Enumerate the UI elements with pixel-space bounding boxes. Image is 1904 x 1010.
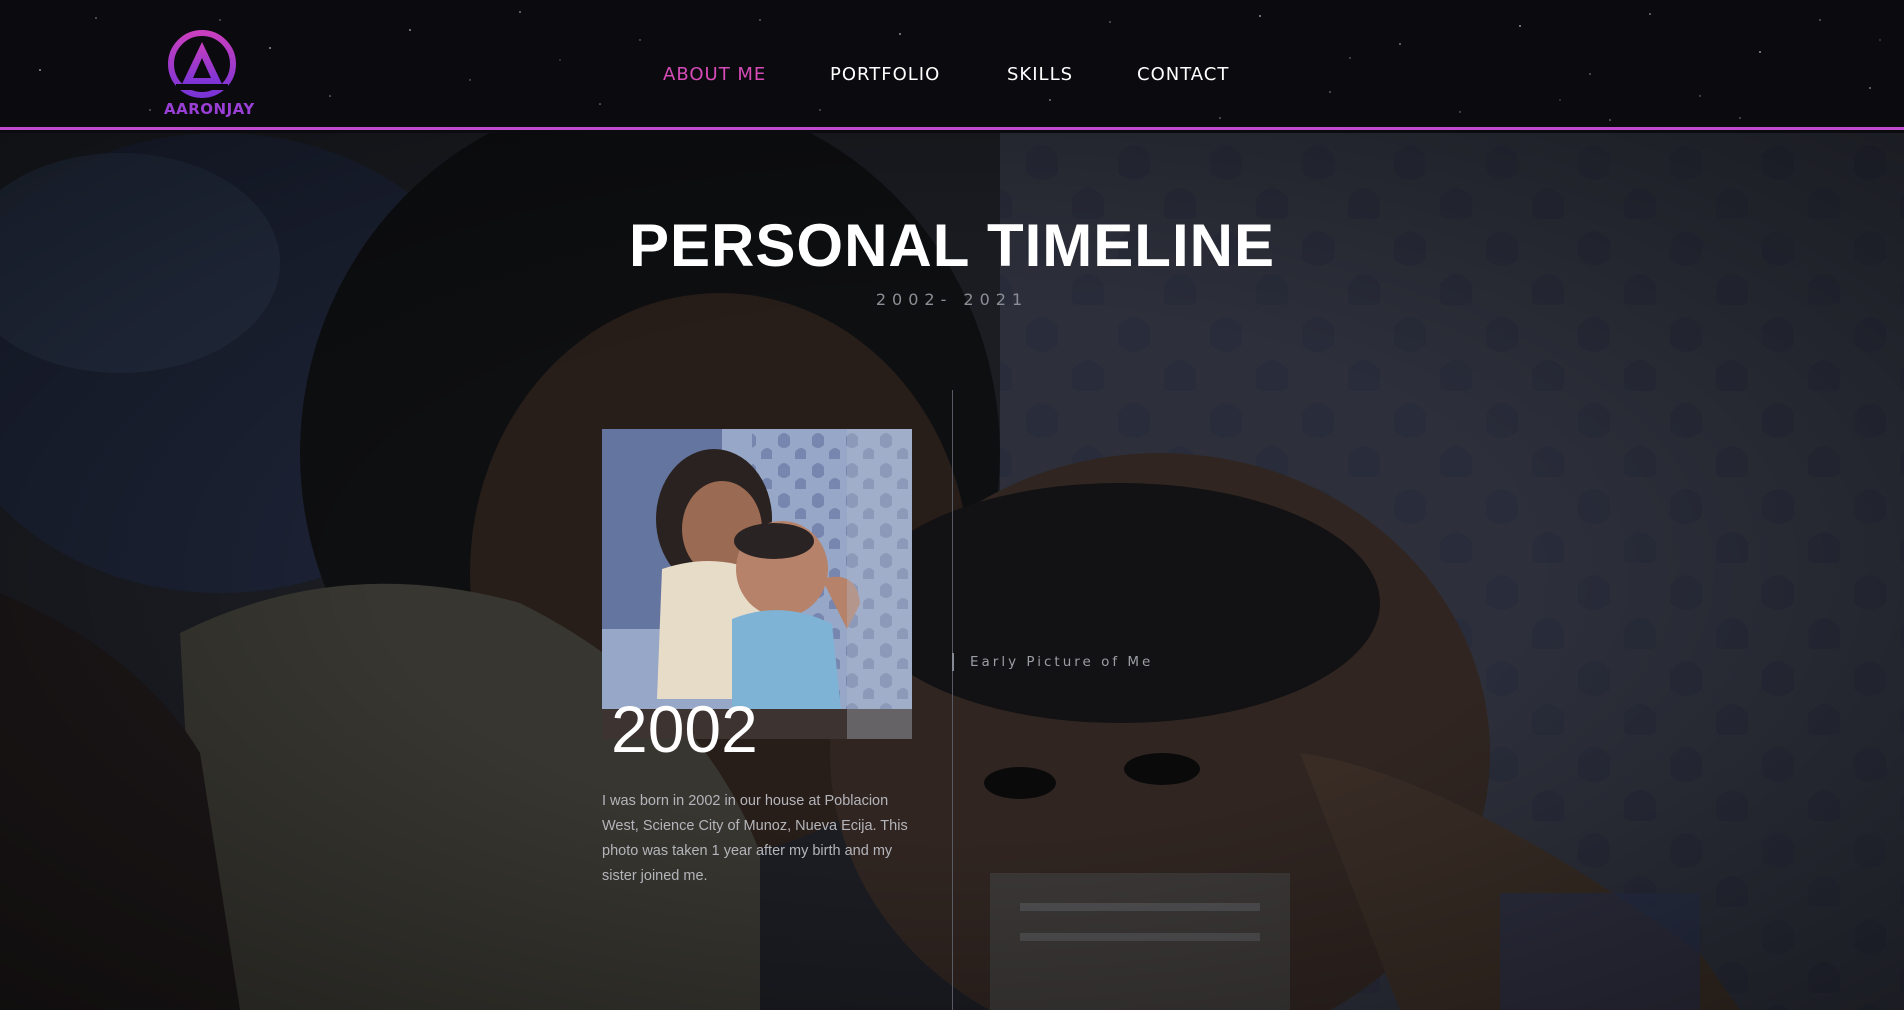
timeline-year: 2002 (611, 692, 758, 766)
nav-contact[interactable]: CONTACT (1137, 64, 1229, 85)
nav-portfolio[interactable]: PORTFOLIO (830, 64, 940, 85)
timeline-line (952, 390, 953, 1010)
page-subtitle: 2002- 2021 (875, 290, 1029, 309)
timeline-caption: Early Picture of Me (952, 653, 1153, 671)
timeline-description: I was born in 2002 in our house at Pobla… (602, 793, 908, 884)
page-title: PERSONAL TIMELINE (629, 212, 1275, 279)
nav-skills[interactable]: SKILLS (1007, 64, 1073, 85)
site-header: AARONJAY ABOUT ME PORTFOLIO SKILLS CONTA… (0, 0, 1904, 130)
nav-about-me[interactable]: ABOUT ME (663, 64, 766, 85)
main-nav: ABOUT ME PORTFOLIO SKILLS CONTACT (0, 64, 1904, 90)
logo-wordmark: AARONJAY (164, 100, 255, 118)
timeline-section: PERSONAL TIMELINE 2002- 2021 2002 I was … (0, 133, 1904, 1010)
